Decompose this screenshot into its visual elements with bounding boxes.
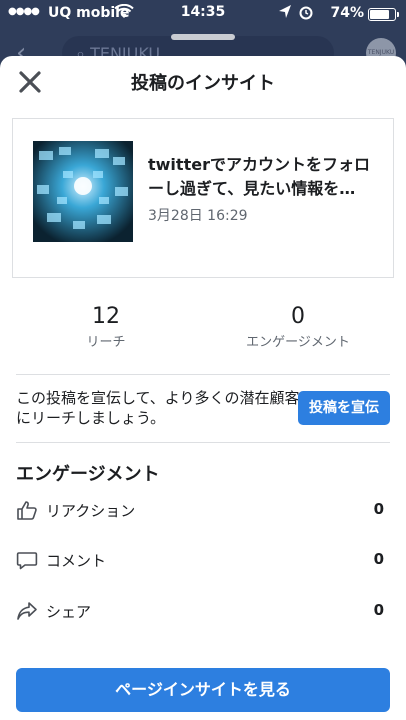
promo-section: この投稿を宣伝して、より多くの潜在顧客にリーチしましょう。 投稿を宣伝 [16, 388, 390, 442]
reach-label: リーチ [86, 335, 126, 350]
reach-stat: 12 リーチ [26, 304, 186, 350]
sheet-header: 投稿のインサイト [0, 56, 406, 106]
location-icon [279, 5, 291, 18]
reactions-value: 0 [373, 500, 384, 518]
post-date: 3月28日 16:29 [148, 208, 248, 224]
engagement-label: エンゲージメント [246, 335, 350, 350]
comments-label: コメント [46, 552, 107, 570]
promo-text: この投稿を宣伝して、より多くの潜在顧客にリーチしましょう。 [16, 389, 300, 427]
battery-percent: 74% [330, 5, 364, 21]
post-preview-card[interactable]: twitterでアカウントをフォローし過ぎて、見たい情報を… 3月28日 16:… [12, 118, 394, 278]
sheet-grabber[interactable] [171, 34, 235, 40]
comment-icon [16, 552, 38, 570]
alarm-icon [299, 6, 313, 20]
reach-value: 12 [92, 304, 120, 329]
post-text: twitterでアカウントをフォローし過ぎて、見たい情報を… 3月28日 16:… [148, 153, 380, 225]
post-title: twitterでアカウントをフォローし過ぎて、見たい情報を… [148, 155, 370, 198]
engagement-row-reactions: リアクション 0 [16, 498, 390, 524]
view-page-insights-button[interactable]: ページインサイトを見る [16, 668, 390, 712]
divider [16, 374, 390, 375]
shares-value: 0 [373, 601, 384, 619]
post-thumbnail [33, 141, 133, 242]
engagement-value: 0 [291, 304, 305, 329]
engagement-section-title: エンゲージメント [16, 464, 160, 485]
post-thumbnail-image [33, 141, 133, 242]
thumbs-up-icon [17, 501, 37, 520]
status-bar: ●●●● UQ mobile 14:35 74% [0, 0, 406, 30]
boost-post-button[interactable]: 投稿を宣伝 [298, 391, 390, 425]
battery-icon [368, 8, 399, 21]
engagement-stat: 0 エンゲージメント [218, 304, 378, 350]
engagement-row-shares: シェア 0 [16, 599, 390, 625]
insights-sheet: 投稿のインサイト twitterでアカウントをフォローし過ぎて、見たい情報を… … [0, 56, 406, 720]
post-stats: 12 リーチ 0 エンゲージメント [0, 304, 406, 364]
shares-label: シェア [46, 603, 92, 621]
sheet-title: 投稿のインサイト [131, 73, 275, 94]
divider [16, 442, 390, 443]
reactions-label: リアクション [46, 502, 136, 520]
engagement-row-comments: コメント 0 [16, 548, 390, 574]
comments-value: 0 [373, 550, 384, 568]
share-icon [17, 602, 37, 620]
